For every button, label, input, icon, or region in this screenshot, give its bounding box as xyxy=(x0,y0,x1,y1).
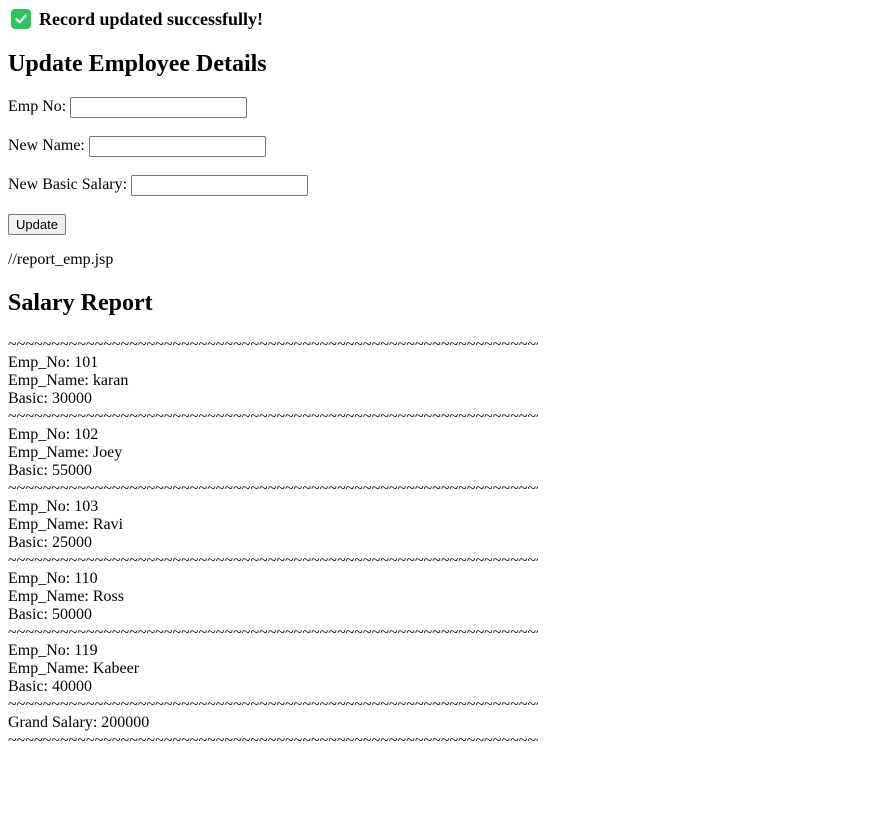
salary-report-title: Salary Report xyxy=(8,290,153,316)
emp-name: Emp_Name: karan xyxy=(8,372,129,389)
success-message: Record updated successfully! xyxy=(11,8,263,30)
emp-basic: Basic: 55000 xyxy=(8,462,92,479)
emp-no: Emp_No: 102 xyxy=(8,426,99,443)
separator-line: ~~~~~~~~~~~~~~~~~~~~~~~~~~~~~~~~~~~~~~~~… xyxy=(8,480,538,497)
success-text: Record updated successfully! xyxy=(39,9,263,29)
separator-line: ~~~~~~~~~~~~~~~~~~~~~~~~~~~~~~~~~~~~~~~~… xyxy=(8,732,538,749)
separator-line: ~~~~~~~~~~~~~~~~~~~~~~~~~~~~~~~~~~~~~~~~… xyxy=(8,624,538,641)
new-basic-salary-label: New Basic Salary: xyxy=(8,176,128,193)
update-button[interactable]: Update xyxy=(8,214,66,235)
report-comment: //report_emp.jsp xyxy=(8,251,114,268)
emp-basic: Basic: 30000 xyxy=(8,390,92,407)
new-basic-salary-row: New Basic Salary: xyxy=(8,174,309,196)
emp-no: Emp_No: 119 xyxy=(8,642,98,659)
emp-basic: Basic: 50000 xyxy=(8,606,92,623)
separator-line: ~~~~~~~~~~~~~~~~~~~~~~~~~~~~~~~~~~~~~~~~… xyxy=(8,408,538,425)
emp-name: Emp_Name: Kabeer xyxy=(8,660,140,677)
emp-name: Emp_Name: Ross xyxy=(8,588,124,605)
new-name-label: New Name: xyxy=(8,137,85,154)
separator-line: ~~~~~~~~~~~~~~~~~~~~~~~~~~~~~~~~~~~~~~~~… xyxy=(8,336,538,353)
separator-line: ~~~~~~~~~~~~~~~~~~~~~~~~~~~~~~~~~~~~~~~~… xyxy=(8,552,538,569)
emp-no: Emp_No: 101 xyxy=(8,354,99,371)
grand-salary: Grand Salary: 200000 xyxy=(8,714,150,731)
new-name-input[interactable] xyxy=(88,135,266,157)
emp-basic: Basic: 40000 xyxy=(8,678,92,695)
emp-name: Emp_Name: Ravi xyxy=(8,516,124,533)
emp-no-input[interactable] xyxy=(70,96,248,118)
update-form-title: Update Employee Details xyxy=(8,51,267,77)
emp-basic: Basic: 25000 xyxy=(8,534,92,551)
emp-name: Emp_Name: Joey xyxy=(8,444,123,461)
emp-no: Emp_No: 110 xyxy=(8,570,98,587)
new-name-row: New Name: xyxy=(8,135,266,157)
salary-report: ~~~~~~~~~~~~~~~~~~~~~~~~~~~~~~~~~~~~~~~~… xyxy=(8,336,538,750)
emp-no-label: Emp No: xyxy=(8,98,67,115)
new-basic-salary-input[interactable] xyxy=(131,174,309,196)
check-icon xyxy=(11,9,31,29)
emp-no-row: Emp No: xyxy=(8,96,248,118)
separator-line: ~~~~~~~~~~~~~~~~~~~~~~~~~~~~~~~~~~~~~~~~… xyxy=(8,696,538,713)
emp-no: Emp_No: 103 xyxy=(8,498,99,515)
